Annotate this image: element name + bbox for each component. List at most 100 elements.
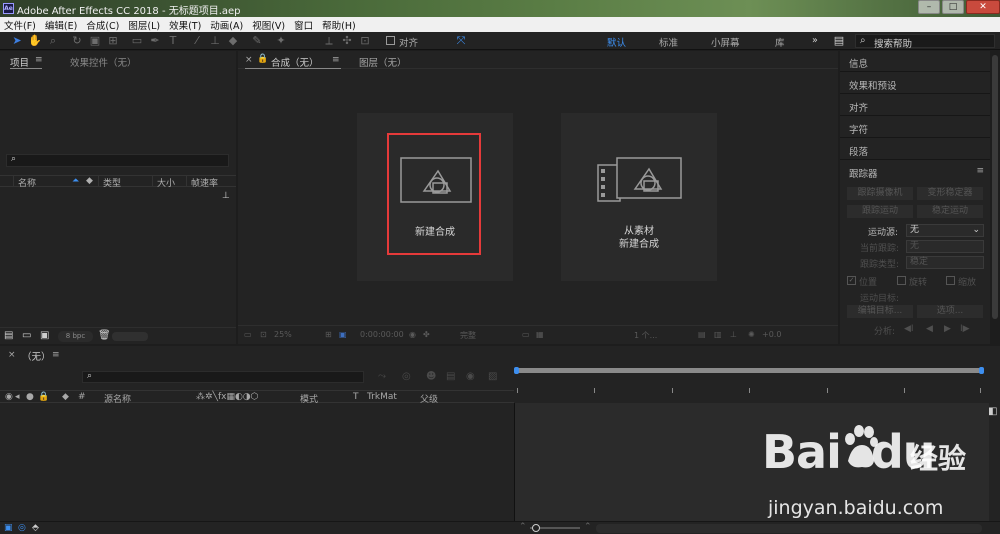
sync-settings-icon[interactable]: ▤ (832, 34, 846, 48)
preview-icon[interactable]: ⊡ (260, 330, 267, 339)
draft-3d-icon[interactable]: ◎ (402, 371, 411, 382)
motion-blur-icon[interactable]: ◉ (466, 371, 475, 382)
analyze-next-icon[interactable]: I▶ (960, 324, 970, 334)
frame-blending-icon[interactable]: ▤ (446, 371, 455, 382)
zoom-slider-handle[interactable] (532, 524, 540, 532)
label-tag-icon[interactable]: ◆ (86, 176, 98, 186)
exposure-value[interactable]: +0.0 (762, 330, 781, 339)
menu-help[interactable]: 帮助(H) (318, 18, 361, 32)
timeline-icon[interactable]: ▥ (714, 330, 722, 339)
safe-area-icon[interactable]: ▣ (339, 330, 347, 339)
label-tag-icon[interactable]: ◆ (62, 392, 69, 402)
new-comp-from-footage-card[interactable]: 从素材 新建合成 (561, 113, 717, 281)
project-search-input[interactable]: ⌕ (6, 154, 229, 167)
position-checkbox[interactable]: ✓ (847, 276, 856, 285)
col-source-name[interactable]: 源名称 (104, 392, 131, 405)
col-size[interactable]: 大小 (152, 176, 186, 189)
snap-checkbox[interactable] (386, 36, 395, 45)
analyze-backward-icon[interactable]: ◀ (926, 324, 933, 334)
timecode[interactable]: 0:00:00:00 (360, 330, 404, 339)
interpret-footage-icon[interactable]: ▤ (4, 330, 13, 341)
comp-mini-flowchart-icon[interactable]: ⤳ (378, 371, 386, 382)
minimize-button[interactable]: – (918, 0, 940, 14)
col-mode[interactable]: 模式 (300, 392, 318, 405)
views-select[interactable]: 1 个... (634, 330, 657, 341)
pan-behind-tool-icon[interactable]: ⊞ (106, 34, 120, 48)
resolution-select[interactable]: 完整 (460, 330, 476, 341)
analyze-forward-icon[interactable]: ▶ (944, 324, 951, 334)
menu-edit[interactable]: 编辑(E) (41, 18, 82, 32)
close-button[interactable]: ✕ (966, 0, 1000, 14)
workspace-default[interactable]: 默认 (607, 35, 626, 49)
render-time-icon[interactable]: ⬘ (32, 523, 39, 533)
switches-icon[interactable]: ⁂✲╲fx▦◐◑⬡ (196, 392, 259, 402)
character-panel-header[interactable]: 字符 (840, 117, 990, 138)
paragraph-panel-header[interactable]: 段落 (840, 139, 990, 160)
selection-tool-icon[interactable]: ➤ (10, 34, 24, 48)
new-folder-icon[interactable]: ▭ (22, 330, 31, 341)
workspace-standard[interactable]: 标准 (659, 35, 678, 49)
graph-editor-icon[interactable]: ▨ (488, 371, 497, 382)
track-motion-button[interactable]: 跟踪运动 (847, 205, 913, 218)
more-workspaces-button[interactable]: » (812, 35, 818, 46)
menu-window[interactable]: 窗口 (290, 18, 318, 32)
align-panel-header[interactable]: 对齐 (840, 95, 990, 116)
puppet-tool-icon[interactable]: ✦ (274, 34, 288, 48)
tracker-menu-icon[interactable]: ≡ (976, 166, 984, 176)
analyze-back-icon[interactable]: ◀I (904, 324, 914, 334)
stabilize-motion-button[interactable]: 稳定运动 (917, 205, 983, 218)
magnify-icon[interactable]: ▭ (244, 330, 252, 339)
tab-project[interactable]: 项目 (10, 55, 29, 69)
work-area-bar[interactable] (516, 368, 982, 373)
col-t[interactable]: T (353, 392, 359, 402)
layer-number-icon[interactable]: # (78, 392, 86, 402)
audio-icon[interactable]: ◂ (15, 392, 20, 402)
col-trkmat[interactable]: TrkMat (367, 392, 397, 402)
options-button[interactable]: 选项... (917, 305, 983, 318)
eraser-tool-icon[interactable]: ◆ (226, 34, 240, 48)
info-panel-header[interactable]: 信息 (840, 51, 990, 72)
motion-source-select[interactable]: 无 ⌄ (906, 224, 984, 237)
new-comp-icon[interactable]: ▣ (40, 330, 49, 341)
layer-switches-icon[interactable]: ▣ (4, 523, 13, 533)
rotation-checkbox[interactable] (897, 276, 906, 285)
effects-presets-panel-header[interactable]: 效果和预设 (840, 73, 990, 94)
scale-checkbox[interactable] (946, 276, 955, 285)
snapshot-icon[interactable]: ◉ (409, 330, 416, 339)
rectangle-tool-icon[interactable]: ▭ (130, 34, 144, 48)
menu-view[interactable]: 视图(V) (248, 18, 290, 32)
zoom-out-icon[interactable]: ⌃ (519, 522, 527, 532)
menu-layer[interactable]: 图层(L) (124, 18, 165, 32)
workspace-small-screen[interactable]: 小屏幕 (711, 35, 740, 49)
work-area-start-handle[interactable] (514, 367, 519, 374)
transfer-controls-icon[interactable]: ◎ (18, 523, 26, 533)
comp-button-icon[interactable]: ◧ (988, 406, 997, 417)
close-tab-icon[interactable]: × (8, 350, 16, 360)
trash-icon[interactable]: 🗑 (98, 330, 111, 341)
rotate-tool-icon[interactable]: ↻ (70, 34, 84, 48)
edit-target-button[interactable]: 编辑目标... (847, 305, 913, 318)
flowchart-icon[interactable]: ⊥ (222, 191, 230, 201)
lock-icon[interactable]: 🔒 (257, 54, 268, 64)
timeline-menu-icon[interactable]: ≡ (52, 350, 60, 360)
tab-effect-controls[interactable]: 效果控件（无） (70, 55, 137, 69)
region-icon[interactable]: ▭ (522, 330, 530, 339)
pen-tool-icon[interactable]: ✒ (148, 34, 162, 48)
track-type-select[interactable]: 稳定 (906, 256, 984, 269)
tracker-panel-header[interactable]: 跟踪器 ≡ (840, 161, 990, 182)
menu-file[interactable]: 文件(F) (0, 18, 41, 32)
fast-preview-icon[interactable]: ▤ (698, 330, 706, 339)
type-tool-icon[interactable]: T (166, 34, 180, 48)
eye-icon[interactable]: ◉ (5, 392, 13, 402)
axis-local-icon[interactable]: ⟂ (322, 34, 336, 48)
col-parent[interactable]: 父级 (420, 392, 438, 405)
menu-composition[interactable]: 合成(C) (82, 18, 124, 32)
roto-brush-tool-icon[interactable]: ✎ (250, 34, 264, 48)
bit-depth-button[interactable]: 8 bpc (58, 331, 93, 342)
work-area-end-handle[interactable] (979, 367, 984, 374)
shy-icon[interactable]: ☻ (426, 371, 436, 382)
tab-composition[interactable]: 合成（无） (271, 55, 319, 69)
col-name[interactable]: 名称 (14, 176, 72, 189)
axis-world-icon[interactable]: ✣ (340, 34, 354, 48)
col-frame-rate[interactable]: 帧速率 (186, 176, 226, 189)
